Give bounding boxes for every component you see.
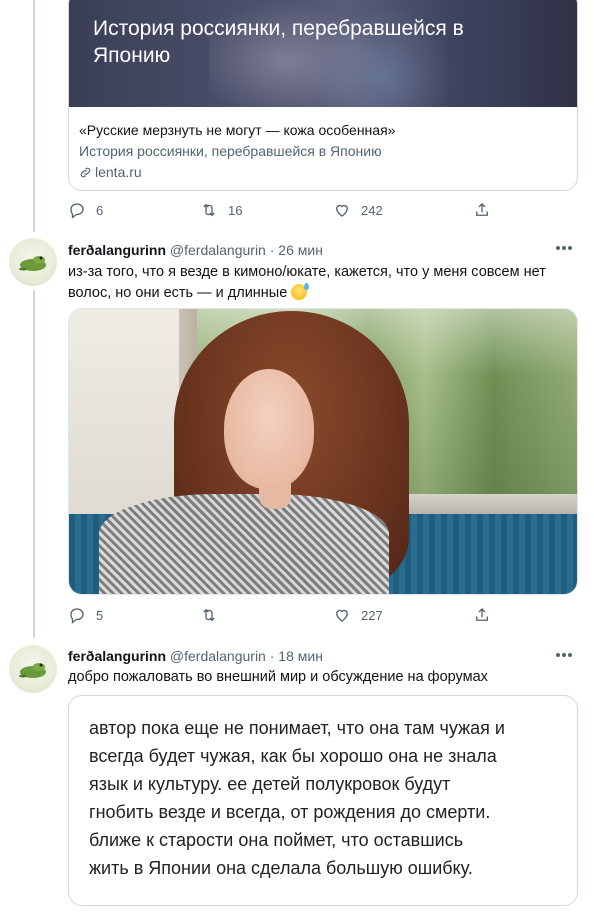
tweet-text: из-за того, что я везде в кимоно/юкате, …	[68, 262, 573, 304]
link-preview-quote: «Русские мерзнуть не могут — кожа особен…	[79, 122, 396, 138]
heart-icon	[336, 204, 348, 217]
quoted-line: ближе к старости она поймет, что оставши…	[89, 830, 464, 850]
link-domain-text: lenta.ru	[95, 164, 142, 180]
quoted-line: автор пока еще не понимает, что она там …	[89, 718, 505, 738]
avatar[interactable]	[9, 645, 57, 693]
heart-icon	[336, 609, 348, 622]
reply-button[interactable]: 6	[68, 201, 103, 219]
like-count: 227	[361, 607, 383, 623]
link-preview-image-title: История россиянки, перебравшейся в Япони…	[93, 17, 464, 67]
more-options-icon[interactable]	[556, 243, 578, 253]
share-icon	[476, 608, 488, 621]
frog-avatar-icon	[19, 663, 46, 678]
reply-count: 6	[96, 202, 104, 218]
quoted-line: всегда будет чужая, как бы хорошо она не…	[89, 746, 497, 766]
share-button[interactable]	[473, 201, 491, 219]
reply-button[interactable]: 5	[68, 606, 103, 624]
author-name[interactable]: ferðalangurinn	[68, 648, 166, 664]
quoted-screenshot[interactable]: автор пока еще не понимает, что она там …	[68, 695, 578, 906]
author-handle[interactable]: @ferdalangurin	[170, 648, 266, 664]
reply-count: 5	[96, 607, 104, 623]
share-button[interactable]	[473, 606, 491, 624]
tweet-header: ferðalangurinn @ferdalangurin · 26 мин	[68, 241, 323, 259]
author-handle[interactable]: @ferdalangurin	[170, 242, 266, 258]
frog-avatar-icon	[19, 256, 46, 271]
tweet-header: ferðalangurinn @ferdalangurin · 18 мин	[68, 647, 323, 665]
retweet-button[interactable]	[200, 606, 228, 624]
link-preview-domain: lenta.ru	[79, 162, 567, 183]
retweet-count: 16	[228, 202, 243, 218]
link-icon	[80, 167, 91, 178]
reply-icon	[70, 203, 84, 219]
tweet-actions-prev: 6 16 242	[68, 199, 508, 221]
link-preview-subtitle: История россиянки, перебравшейся в Япони…	[79, 143, 382, 159]
quoted-text: автор пока еще не понимает, что она там …	[89, 714, 559, 882]
quoted-line: язык и культуру. ее детей полукровок буд…	[89, 774, 451, 794]
share-icon	[476, 203, 488, 216]
avatar[interactable]	[9, 238, 57, 286]
quoted-line: жить в Японии она сделала большую ошибку…	[89, 858, 473, 878]
retweet-button[interactable]: 16	[200, 201, 242, 219]
retweet-icon	[203, 203, 215, 217]
quoted-line: гнобить везде и всегда, от рождения до с…	[89, 802, 491, 822]
more-options-icon[interactable]	[556, 650, 578, 660]
tweet-time[interactable]: · 18 мин	[270, 648, 323, 664]
tweet-actions-1: 5 227	[68, 604, 508, 626]
like-button[interactable]: 227	[333, 606, 383, 624]
thread-line-middle	[33, 290, 35, 638]
sweat-smile-emoji-icon	[291, 283, 310, 300]
tweet-text: добро пожаловать во внешний мир и обсужд…	[68, 669, 488, 685]
tweet-time[interactable]: · 26 мин	[270, 242, 323, 258]
like-count: 242	[361, 202, 383, 218]
retweet-icon	[203, 608, 215, 622]
author-name[interactable]: ferðalangurinn	[68, 242, 166, 258]
tweet-photo[interactable]	[68, 308, 578, 595]
thread-line-top	[33, 0, 35, 232]
reply-icon	[70, 608, 84, 624]
like-button[interactable]: 242	[333, 201, 383, 219]
link-preview-card[interactable]: История россиянки, перебравшейся в Япони…	[68, 0, 578, 191]
